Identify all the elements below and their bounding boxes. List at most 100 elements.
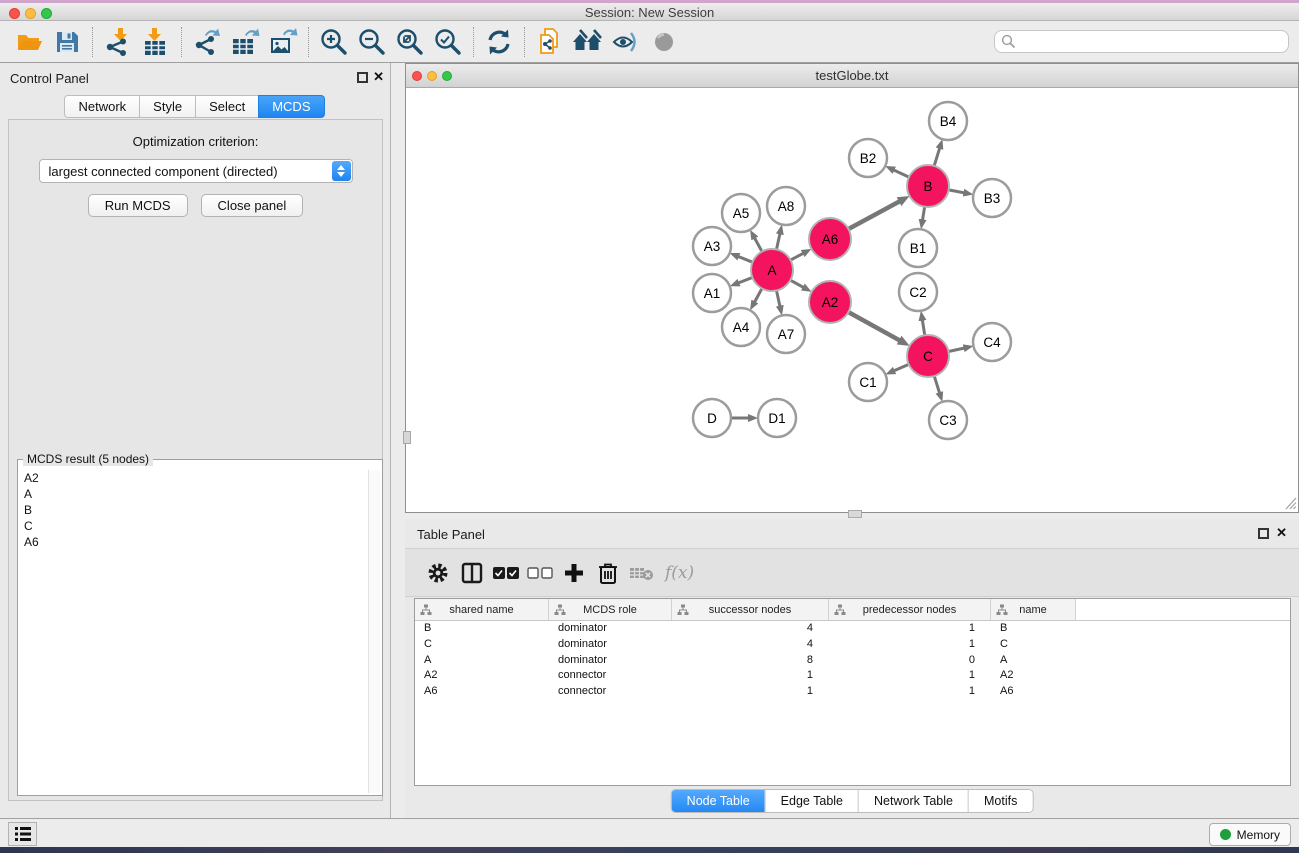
table-cell[interactable]: 1	[829, 668, 991, 684]
edge-A-A6[interactable]	[791, 253, 804, 260]
task-history-button[interactable]	[8, 822, 37, 846]
mcds-list-scrollbar[interactable]	[368, 470, 380, 793]
zoom-in-button[interactable]	[315, 24, 353, 60]
zoom-selected-button[interactable]	[429, 24, 467, 60]
table-cell[interactable]: dominator	[549, 653, 672, 669]
tab-style[interactable]: Style	[139, 95, 196, 118]
table-cell[interactable]: A6	[991, 684, 1076, 700]
table-row[interactable]: Cdominator41C	[415, 637, 1290, 653]
table-row[interactable]: A2connector11A2	[415, 668, 1290, 684]
table-cell[interactable]: dominator	[549, 637, 672, 653]
column-header-MCDS-role[interactable]: MCDS role	[549, 599, 672, 620]
table-settings-button[interactable]	[421, 556, 455, 590]
edge-B-B3[interactable]	[949, 190, 965, 193]
tab-node-table[interactable]: Node Table	[672, 790, 765, 812]
hide-details-button[interactable]	[607, 24, 645, 60]
vertical-splitter-handle[interactable]	[848, 510, 862, 518]
table-cell[interactable]: A2	[415, 668, 549, 684]
tab-network[interactable]: Network	[64, 95, 140, 118]
tab-network-table[interactable]: Network Table	[858, 790, 968, 812]
export-table-button[interactable]	[226, 24, 264, 60]
table-cell[interactable]: A	[415, 653, 549, 669]
edge-A-A8[interactable]	[776, 233, 780, 249]
table-cell[interactable]: connector	[549, 668, 672, 684]
edge-A-A5[interactable]	[754, 238, 762, 252]
create-column-button[interactable]	[557, 556, 591, 590]
delete-column-button[interactable]	[591, 556, 625, 590]
table-cell[interactable]: B	[991, 621, 1076, 637]
edge-A-A2[interactable]	[790, 280, 803, 287]
table-row[interactable]: Adominator80A	[415, 653, 1290, 669]
refresh-button[interactable]	[480, 24, 518, 60]
table-cell[interactable]: 1	[672, 684, 829, 700]
edge-C-C3[interactable]	[934, 376, 939, 393]
edge-B-B2[interactable]	[893, 170, 909, 177]
edge-A6-B[interactable]	[848, 201, 899, 229]
horizontal-splitter-handle[interactable]	[403, 431, 411, 444]
list-item[interactable]: C	[20, 518, 368, 534]
table-cell[interactable]: B	[415, 621, 549, 637]
table-row[interactable]: Bdominator41B	[415, 621, 1290, 637]
network-window-titlebar[interactable]: testGlobe.txt	[406, 64, 1298, 88]
column-header-successor-nodes[interactable]: successor nodes	[672, 599, 829, 620]
close-panel-icon[interactable]: ✕	[373, 70, 384, 84]
table-cell[interactable]: 1	[672, 668, 829, 684]
table-cell[interactable]: 8	[672, 653, 829, 669]
export-network-button[interactable]	[188, 24, 226, 60]
column-header-name[interactable]: name	[991, 599, 1076, 620]
show-details-button[interactable]	[645, 24, 683, 60]
duplicate-network-button[interactable]	[531, 24, 569, 60]
show-columns-button[interactable]	[455, 556, 489, 590]
tab-motifs[interactable]: Motifs	[968, 790, 1032, 812]
close-panel-button[interactable]: Close panel	[201, 194, 304, 217]
table-cell[interactable]: A2	[991, 668, 1076, 684]
search-input[interactable]	[994, 30, 1289, 53]
select-all-columns-button[interactable]	[489, 556, 523, 590]
import-network-button[interactable]	[99, 24, 137, 60]
edge-A2-C[interactable]	[848, 312, 900, 340]
export-image-button[interactable]	[264, 24, 302, 60]
zoom-fit-button[interactable]	[391, 24, 429, 60]
open-file-button[interactable]	[10, 24, 48, 60]
close-table-panel-icon[interactable]: ✕	[1276, 526, 1287, 540]
edge-A-A4[interactable]	[754, 288, 762, 302]
table-row[interactable]: A6connector11A6	[415, 684, 1290, 700]
zoom-out-button[interactable]	[353, 24, 391, 60]
run-mcds-button[interactable]: Run MCDS	[88, 194, 188, 217]
list-item[interactable]: A2	[20, 470, 368, 486]
edge-B-B4[interactable]	[934, 148, 940, 166]
memory-button[interactable]: Memory	[1209, 823, 1291, 846]
table-cell[interactable]: A	[991, 653, 1076, 669]
table-cell[interactable]: C	[415, 637, 549, 653]
edge-C-C2[interactable]	[922, 320, 924, 336]
function-builder-button[interactable]: f(x)	[665, 563, 694, 583]
float-table-panel-icon[interactable]	[1258, 528, 1269, 539]
list-item[interactable]: A	[20, 486, 368, 502]
table-cell[interactable]: A6	[415, 684, 549, 700]
table-cell[interactable]: connector	[549, 684, 672, 700]
edge-A-A3[interactable]	[738, 256, 753, 262]
edge-A-A1[interactable]	[738, 278, 752, 283]
table-cell[interactable]: C	[991, 637, 1076, 653]
resize-grip-icon[interactable]	[1282, 494, 1297, 510]
table-cell[interactable]: 0	[829, 653, 991, 669]
tab-mcds[interactable]: MCDS	[258, 95, 324, 118]
column-header-shared-name[interactable]: shared name	[415, 599, 549, 620]
tab-select[interactable]: Select	[195, 95, 259, 118]
list-item[interactable]: A6	[20, 534, 368, 550]
import-table-button[interactable]	[137, 24, 175, 60]
table-cell[interactable]: 1	[829, 684, 991, 700]
edge-A-A7[interactable]	[776, 291, 780, 307]
table-cell[interactable]: 4	[672, 621, 829, 637]
table-cell[interactable]: 1	[829, 621, 991, 637]
table-cell[interactable]: 4	[672, 637, 829, 653]
list-item[interactable]: B	[20, 502, 368, 518]
criterion-select[interactable]: largest connected component (directed)	[39, 159, 353, 183]
edge-C-C1[interactable]	[894, 364, 909, 371]
tab-edge-table[interactable]: Edge Table	[765, 790, 858, 812]
save-session-button[interactable]	[48, 24, 86, 60]
float-panel-icon[interactable]	[357, 72, 368, 83]
delete-table-button[interactable]	[625, 556, 659, 590]
table-cell[interactable]: dominator	[549, 621, 672, 637]
table-cell[interactable]: 1	[829, 637, 991, 653]
